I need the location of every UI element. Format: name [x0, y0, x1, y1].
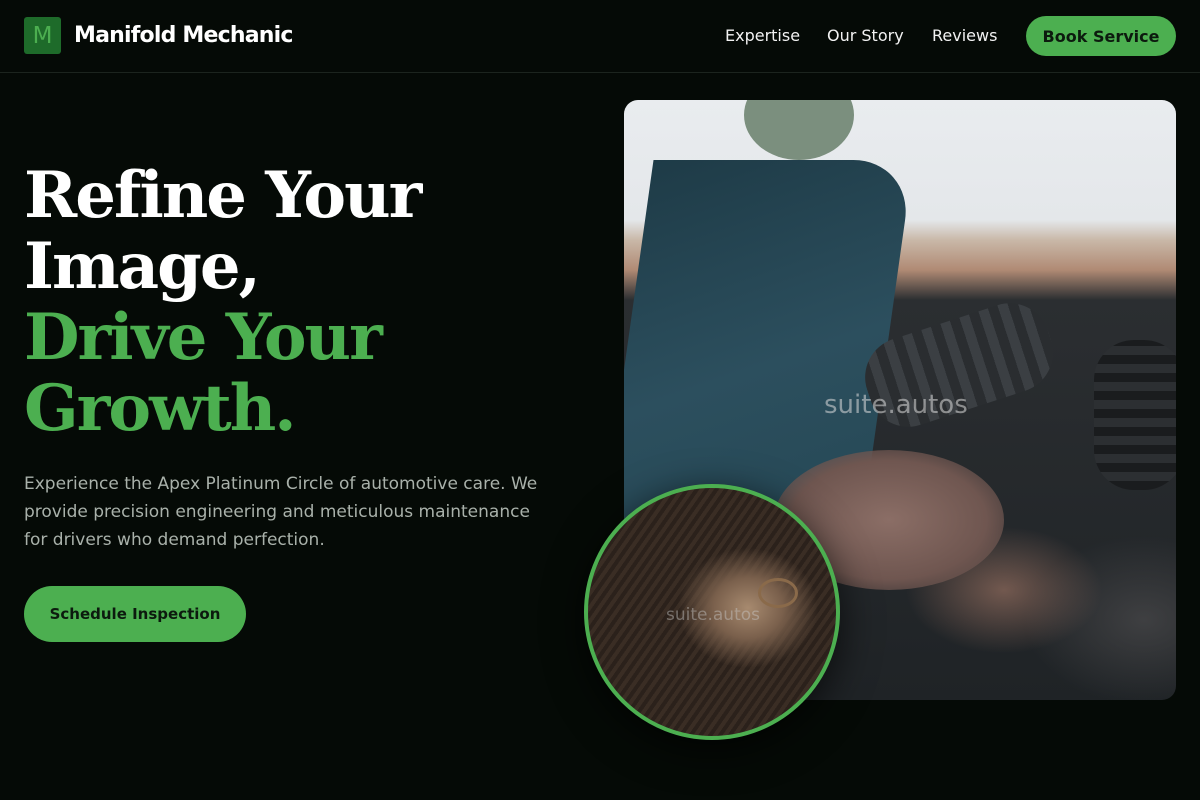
coolant-hose-shape [1094, 340, 1176, 490]
site-header: M Manifold Mechanic Expertise Our Story … [0, 0, 1200, 73]
bracelet-shape [758, 578, 798, 608]
brand-name[interactable]: Manifold Mechanic [74, 20, 293, 52]
headline-line-1: Refine Your [24, 158, 422, 233]
headline-line-4: Growth. [24, 371, 297, 446]
hero-description: Experience the Apex Platinum Circle of a… [24, 474, 538, 550]
photo-watermark: suite.autos [824, 390, 968, 420]
headline-line-3: Drive Your [24, 300, 383, 375]
headline-line-2: Image, [24, 229, 261, 304]
hero-headline: Refine Your Image, Drive Your Growth. [24, 160, 584, 444]
nav-link-expertise[interactable]: Expertise [725, 24, 800, 48]
circle-photo-watermark: suite.autos [666, 605, 760, 625]
book-service-button[interactable]: Book Service [1026, 16, 1176, 56]
nav-link-reviews[interactable]: Reviews [932, 24, 997, 48]
cap-shape [744, 100, 854, 160]
nav-link-our-story[interactable]: Our Story [827, 24, 904, 48]
schedule-inspection-button[interactable]: Schedule Inspection [24, 586, 246, 642]
logo-icon[interactable]: M [24, 17, 61, 54]
